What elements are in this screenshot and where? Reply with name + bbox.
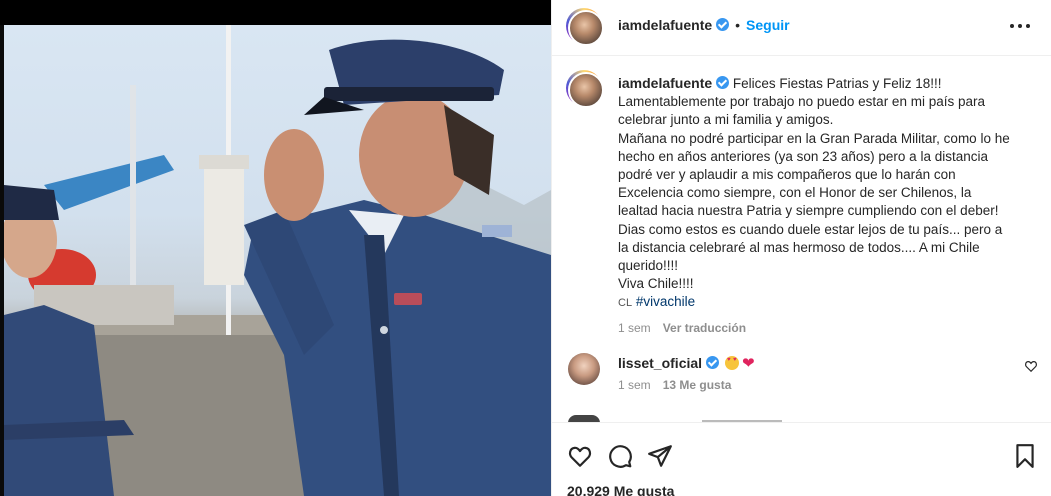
- comment-time: 1 sem: [618, 378, 651, 392]
- more-options-icon[interactable]: [1008, 14, 1032, 38]
- caption-line: Dias como estos es cuando duele estar le…: [618, 221, 1003, 274]
- caption-line: Lamentablemente por trabajo no puedo est…: [618, 94, 985, 128]
- heart-icon[interactable]: [567, 443, 593, 469]
- caption-author-avatar[interactable]: [566, 70, 604, 108]
- caption-body: iamdelafuente Felices Fiestas Patrias y …: [618, 74, 1014, 337]
- red-heart-emoji-icon: ❤: [742, 355, 755, 372]
- photo-illustration: [4, 25, 551, 496]
- comment-like-heart-icon[interactable]: [1024, 359, 1038, 373]
- post-header: iamdelafuente • Seguir: [552, 0, 1051, 56]
- caption-line: Mañana no podré participar en la Gran Pa…: [618, 130, 1010, 219]
- verified-badge-icon: [716, 18, 730, 31]
- see-translation-button[interactable]: Ver traducción: [663, 321, 746, 335]
- caption-line: Felices Fiestas Patrias y Feliz 18!!!: [732, 76, 942, 91]
- verified-badge-icon: [706, 356, 720, 369]
- header-author-row: iamdelafuente • Seguir: [618, 17, 790, 33]
- commenter-avatar[interactable]: [568, 353, 600, 385]
- heart-eyes-emoji-icon: [725, 356, 740, 370]
- bookmark-icon[interactable]: [1012, 443, 1038, 469]
- comment-likes[interactable]: 13 Me gusta: [663, 378, 732, 392]
- hashtag-link[interactable]: #vivachile: [636, 294, 695, 309]
- commenter-username[interactable]: lisset_oficial: [618, 355, 702, 371]
- comment-text-row: lisset_oficial ❤: [618, 354, 755, 372]
- caption-author-username[interactable]: iamdelafuente: [618, 75, 712, 91]
- flag-text: CL: [618, 297, 633, 310]
- comment-meta: 1 sem 13 Me gusta: [618, 378, 731, 392]
- post-photo[interactable]: [4, 25, 551, 496]
- post-details-panel: iamdelafuente • Seguir iamdelafuente Felic…: [551, 0, 1051, 496]
- comment-item: lisset_oficial ❤ 1 sem 13 Me gusta: [552, 347, 1051, 397]
- comment-icon[interactable]: [607, 443, 633, 469]
- caption-meta: 1 sem Ver traducción: [618, 319, 1014, 337]
- caption-line: Viva Chile!!!!: [618, 276, 694, 292]
- author-username[interactable]: iamdelafuente: [618, 17, 712, 33]
- verified-badge-icon: [716, 76, 730, 89]
- post-actions-bar: 20.929 Me gusta: [552, 422, 1051, 496]
- likes-count[interactable]: 20.929 Me gusta: [567, 483, 674, 496]
- share-icon[interactable]: [647, 443, 673, 469]
- caption-time: 1 sem: [618, 320, 651, 335]
- separator-dot: •: [735, 17, 741, 33]
- next-comment-avatar: [568, 415, 600, 422]
- media-top-bar: [0, 0, 551, 25]
- comments-section[interactable]: iamdelafuente Felices Fiestas Patrias y …: [552, 57, 1051, 422]
- follow-button[interactable]: Seguir: [746, 17, 790, 33]
- author-avatar[interactable]: [566, 8, 604, 46]
- post-media[interactable]: [0, 0, 551, 496]
